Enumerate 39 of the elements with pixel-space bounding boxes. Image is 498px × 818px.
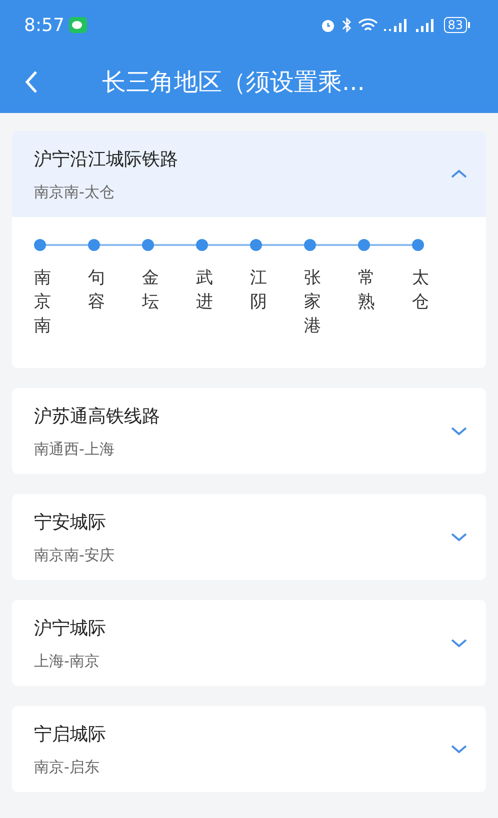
- line-header[interactable]: 沪宁城际 上海-南京: [12, 600, 486, 686]
- station-dot: [142, 239, 154, 251]
- station-name: 武进: [196, 267, 213, 314]
- station-name: 金坛: [142, 267, 159, 314]
- station-name: 张家港: [304, 267, 321, 338]
- station-dot: [88, 239, 100, 251]
- station-name: 江阴: [250, 267, 267, 314]
- line-route: 南京南-安庆: [34, 546, 116, 565]
- line-route: 南京南-太仓: [34, 182, 116, 202]
- line-route: 上海-南京: [34, 652, 100, 671]
- line-name: 沪苏通高铁线路: [34, 404, 161, 428]
- station-dot: [358, 239, 370, 251]
- line-name: 宁安城际: [34, 510, 107, 534]
- line-header[interactable]: 沪苏通高铁线路 南通西-上海: [12, 388, 486, 474]
- station-name: 常熟: [358, 267, 375, 314]
- line-name: 沪宁沿江城际铁路: [34, 148, 179, 170]
- station-name: 句容: [88, 267, 105, 314]
- station-name: 南京南: [34, 267, 51, 338]
- station-dot: [250, 239, 262, 251]
- page-title: 长三角地区（须设置乘...: [102, 66, 365, 98]
- back-icon: [24, 70, 38, 94]
- line-header[interactable]: 沪宁沿江城际铁路 南京南-太仓: [12, 131, 486, 217]
- station-dot: [304, 239, 316, 251]
- line-route: 南京-启东: [34, 758, 100, 777]
- line-name: 沪宁城际: [34, 616, 107, 640]
- line-header[interactable]: 宁启城际 南京-启东: [12, 706, 486, 792]
- alarm-icon: [320, 17, 336, 33]
- line-name: 宁启城际: [34, 722, 107, 746]
- line-header[interactable]: 宁安城际 南京南-安庆: [12, 494, 486, 580]
- station-dot: [34, 239, 46, 251]
- clock-time: 8:57: [24, 14, 64, 36]
- wifi-icon: [358, 18, 378, 32]
- station-name: 太仓: [412, 267, 429, 314]
- bluetooth-icon: [342, 17, 352, 33]
- line-route: 南通西-上海: [34, 440, 116, 459]
- battery-icon: 83: [444, 17, 470, 33]
- station-dot: [196, 239, 208, 251]
- station-dot: [412, 239, 424, 251]
- chat-icon: [69, 17, 88, 33]
